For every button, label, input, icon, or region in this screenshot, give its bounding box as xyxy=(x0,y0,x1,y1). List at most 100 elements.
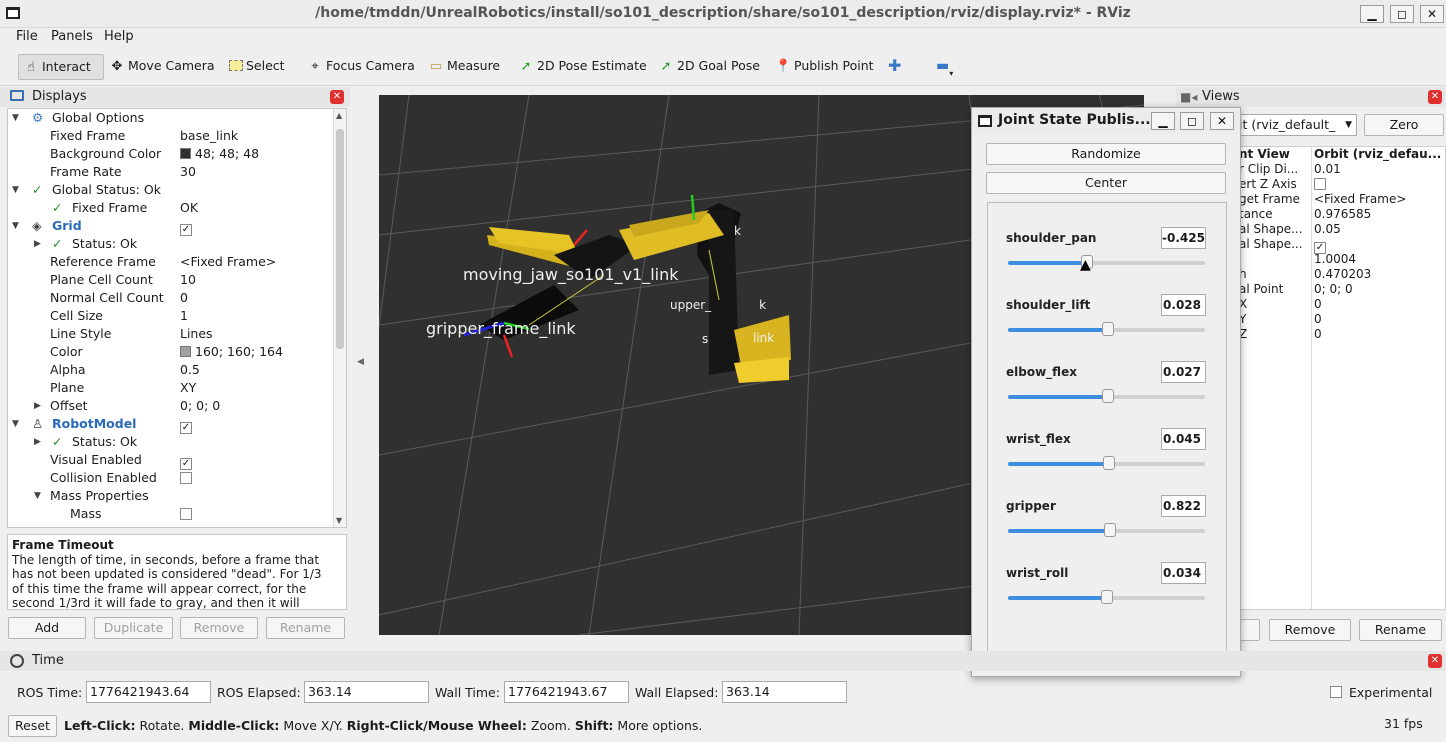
tool-measure[interactable]: ▭ Measure xyxy=(424,54,500,80)
focal-y-value[interactable]: 0 xyxy=(1314,312,1322,327)
joint-minimize-button[interactable]: ▁ xyxy=(1151,112,1175,130)
tree-row-line-style[interactable]: Line Style Lines xyxy=(8,325,333,343)
maximize-button[interactable]: ◻ xyxy=(1390,5,1414,23)
joint-value-shoulder_pan[interactable]: -0.425 xyxy=(1161,227,1206,249)
tree-row-frame-rate[interactable]: Frame Rate 30 xyxy=(8,163,333,181)
collision-enabled-checkbox[interactable] xyxy=(180,472,192,484)
center-button[interactable]: Center xyxy=(986,172,1226,194)
joint-slider-wrist_roll[interactable] xyxy=(1008,590,1205,604)
joint-slider-wrist_flex[interactable] xyxy=(1008,456,1205,470)
joint-value-wrist_flex[interactable]: 0.045 xyxy=(1161,428,1206,450)
tree-row-color[interactable]: Color 160; 160; 164 xyxy=(8,343,333,361)
slider-thumb[interactable] xyxy=(1103,456,1116,470)
tree-row-robot-status[interactable]: ▶ ✓ Status: Ok xyxy=(8,433,333,451)
joint-slider-gripper[interactable] xyxy=(1008,523,1205,537)
time-close-icon[interactable]: ✕ xyxy=(1428,654,1442,668)
chevron-down-icon[interactable]: ▼ xyxy=(34,487,41,505)
tree-row-plane-cell-count[interactable]: Plane Cell Count 10 xyxy=(8,271,333,289)
tool-2d-goal-pose[interactable]: ➚ 2D Goal Pose xyxy=(654,54,760,80)
slider-thumb[interactable] xyxy=(1102,322,1115,336)
rename-display-button[interactable]: Rename xyxy=(266,617,345,639)
joint-close-button[interactable]: ✕ xyxy=(1210,112,1234,130)
wall-elapsed-field[interactable]: 363.14 xyxy=(722,681,847,703)
tool-2d-pose-estimate[interactable]: ➚ 2D Pose Estimate xyxy=(514,54,647,80)
add-tool-button[interactable]: ✚ xyxy=(884,54,901,80)
focal-shape-size-value[interactable]: 0.05 xyxy=(1314,222,1341,237)
remove-display-button[interactable]: Remove xyxy=(180,617,258,639)
tool-move-camera[interactable]: ✥ Move Camera xyxy=(105,54,215,80)
ros-time-field[interactable]: 1776421943.64 xyxy=(86,681,211,703)
tree-row-mass[interactable]: Mass xyxy=(8,505,333,523)
tool-interact[interactable]: ☝ Interact xyxy=(18,54,104,80)
menu-panels[interactable]: Panels xyxy=(51,29,93,44)
views-close-icon[interactable]: ✕ xyxy=(1428,90,1442,104)
yaw-value[interactable]: 1.0004 xyxy=(1314,252,1356,267)
focal-z-value[interactable]: 0 xyxy=(1314,327,1322,342)
tree-row-global-options[interactable]: ▼ ⚙ Global Options xyxy=(8,109,333,127)
chevron-down-icon[interactable]: ▼ xyxy=(12,181,19,199)
tree-row-reference-frame[interactable]: Reference Frame <Fixed Frame> xyxy=(8,253,333,271)
tree-row-grid-status[interactable]: ▶ ✓ Status: Ok xyxy=(8,235,333,253)
target-frame-value[interactable]: <Fixed Frame> xyxy=(1314,192,1406,207)
joint-slider-shoulder_pan[interactable] xyxy=(1008,255,1205,269)
joint-slider-elbow_flex[interactable] xyxy=(1008,389,1205,403)
tree-row-background-color[interactable]: Background Color 48; 48; 48 xyxy=(8,145,333,163)
wall-time-field[interactable]: 1776421943.67 xyxy=(504,681,629,703)
view-rename-button[interactable]: Rename xyxy=(1359,619,1442,641)
menu-help[interactable]: Help xyxy=(104,29,134,44)
displays-close-icon[interactable]: ✕ xyxy=(330,90,344,104)
tool-select[interactable]: Select xyxy=(225,54,285,80)
joint-value-shoulder_lift[interactable]: 0.028 xyxy=(1161,294,1206,316)
joint-slider-shoulder_lift[interactable] xyxy=(1008,322,1205,336)
zero-button[interactable]: Zero xyxy=(1364,114,1444,136)
randomize-button[interactable]: Randomize xyxy=(986,143,1226,165)
reset-button[interactable]: Reset xyxy=(8,715,57,737)
collapse-left-icon[interactable]: ◀ xyxy=(357,357,364,367)
pitch-value[interactable]: 0.470203 xyxy=(1314,267,1371,282)
tree-row-cell-size[interactable]: Cell Size 1 xyxy=(8,307,333,325)
tree-row-fixed-frame-status[interactable]: ✓ Fixed Frame OK xyxy=(8,199,333,217)
tree-row-global-status[interactable]: ▼ ✓ Global Status: Ok xyxy=(8,181,333,199)
focal-point-value[interactable]: 0; 0; 0 xyxy=(1314,282,1353,297)
tree-row-visual-enabled[interactable]: Visual Enabled ✓ xyxy=(8,451,333,470)
chevron-down-icon[interactable]: ▼ xyxy=(12,415,19,433)
focal-x-value[interactable]: 0 xyxy=(1314,297,1322,312)
chevron-right-icon[interactable]: ▶ xyxy=(34,397,41,415)
chevron-down-icon[interactable]: ▼ xyxy=(12,109,19,127)
chevron-down-icon[interactable]: ▼ xyxy=(12,217,19,235)
tool-focus-camera[interactable]: ⌖ Focus Camera xyxy=(303,54,414,80)
chevron-right-icon[interactable]: ▶ xyxy=(34,235,41,253)
joint-value-gripper[interactable]: 0.822 xyxy=(1161,495,1206,517)
view-type-select[interactable]: it (rviz_default_ ▼ xyxy=(1235,114,1357,136)
tree-row-alpha[interactable]: Alpha 0.5 xyxy=(8,361,333,379)
displays-scrollbar[interactable]: ▲ ▼ xyxy=(333,109,346,527)
view-remove-button[interactable]: Remove xyxy=(1269,619,1351,641)
chevron-right-icon[interactable]: ▶ xyxy=(34,433,41,451)
tree-row-grid[interactable]: ▼ ◈ Grid ✓ xyxy=(8,217,333,236)
duplicate-display-button[interactable]: Duplicate xyxy=(94,617,173,639)
tree-row-robotmodel[interactable]: ▼ ♙ RobotModel ✓ xyxy=(8,415,333,434)
tree-row-collision-enabled[interactable]: Collision Enabled xyxy=(8,469,333,487)
distance-value[interactable]: 0.976585 xyxy=(1314,207,1371,222)
tree-row-mass-properties[interactable]: ▼ Mass Properties xyxy=(8,487,333,505)
joint-value-wrist_roll[interactable]: 0.034 xyxy=(1161,562,1206,584)
mass-checkbox[interactable] xyxy=(180,508,192,520)
experimental-checkbox[interactable] xyxy=(1330,686,1342,698)
scroll-up-icon[interactable]: ▲ xyxy=(336,111,342,120)
scroll-thumb[interactable] xyxy=(336,129,344,349)
close-button[interactable]: ✕ xyxy=(1420,5,1444,23)
tree-row-fixed-frame[interactable]: Fixed Frame base_link xyxy=(8,127,333,145)
tree-row-plane[interactable]: Plane XY xyxy=(8,379,333,397)
tree-row-normal-cell-count[interactable]: Normal Cell Count 0 xyxy=(8,289,333,307)
joint-maximize-button[interactable]: ◻ xyxy=(1180,112,1204,130)
tool-publish-point[interactable]: 📍 Publish Point xyxy=(771,54,874,80)
add-display-button[interactable]: Add xyxy=(8,617,86,639)
view-save-button-partial[interactable] xyxy=(1240,619,1260,641)
ros-elapsed-field[interactable]: 363.14 xyxy=(304,681,429,703)
slider-thumb[interactable] xyxy=(1102,389,1115,403)
near-clip-value[interactable]: 0.01 xyxy=(1314,162,1341,177)
slider-thumb[interactable] xyxy=(1104,523,1117,537)
joint-dialog-titlebar[interactable]: Joint State Publis... ▁ ◻ ✕ xyxy=(972,108,1240,134)
remove-tool-button[interactable]: ▬▾ xyxy=(932,54,953,80)
minimize-button[interactable]: ▁ xyxy=(1360,5,1384,23)
